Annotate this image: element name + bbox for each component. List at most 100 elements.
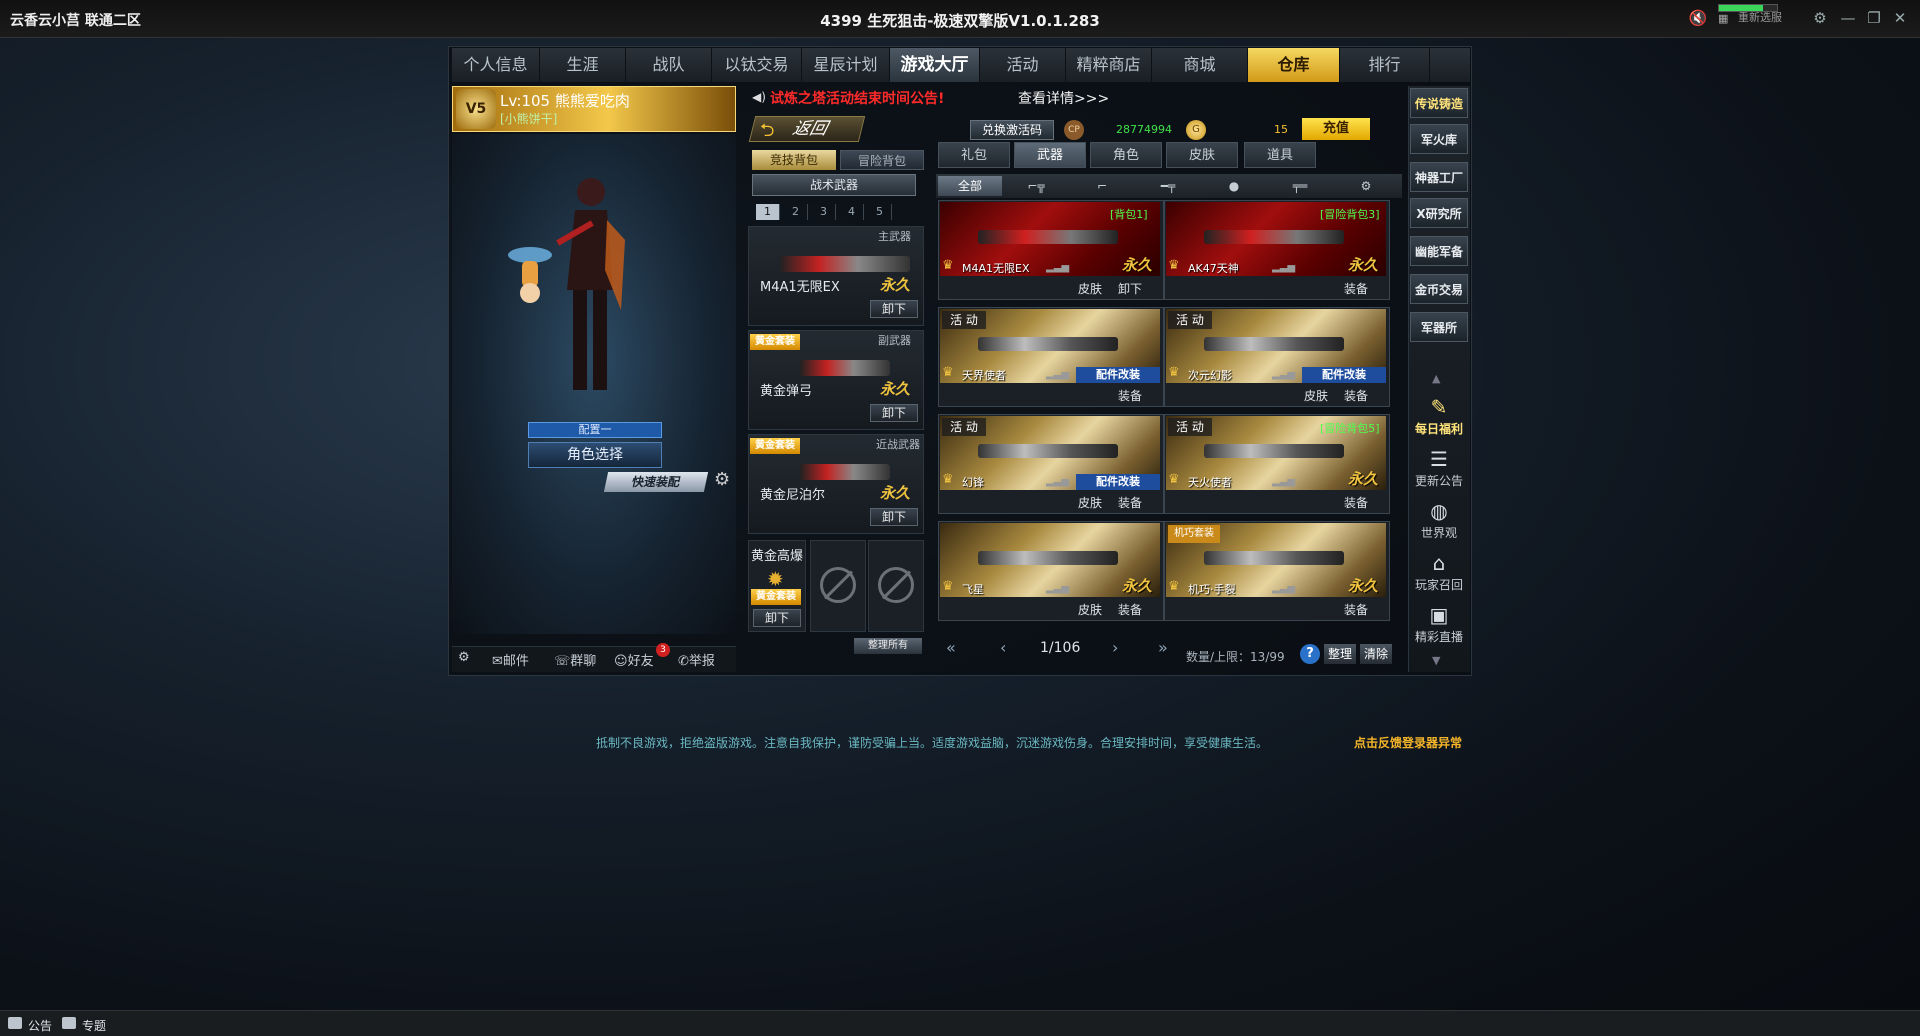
last-page-icon[interactable]: » <box>1158 638 1168 657</box>
close-icon[interactable]: ✕ <box>1888 6 1912 30</box>
unequip-button[interactable]: 卸下 <box>870 300 918 318</box>
announcement-button[interactable]: 公告 <box>28 1017 52 1034</box>
side-shortcut[interactable]: ▣ 精彩直播 <box>1410 602 1468 654</box>
next-page-icon[interactable]: › <box>1112 638 1118 657</box>
category-tab[interactable]: 武器 <box>1014 142 1086 168</box>
rifle-filter-icon[interactable]: ⌐╦ <box>1004 176 1068 196</box>
notice-detail-link[interactable]: 查看详情>>> <box>1018 88 1109 108</box>
first-page-icon[interactable]: « <box>946 638 956 657</box>
organize-all-button[interactable]: 整理所有 <box>854 638 922 654</box>
grenade-filter-icon[interactable]: ● <box>1202 176 1266 196</box>
maximize-icon[interactable]: ❐ <box>1862 6 1886 30</box>
filter-all[interactable]: 全部 <box>938 176 1002 196</box>
side-menu-item[interactable]: 神器工厂 <box>1410 162 1468 192</box>
equip-button[interactable]: 装备 <box>1344 280 1368 297</box>
unequip-button[interactable]: 卸下 <box>870 508 918 526</box>
empty-slot[interactable] <box>810 540 866 632</box>
quick-equip-button[interactable]: 快速装配 <box>603 472 709 492</box>
unequip-button[interactable]: 卸下 <box>753 609 801 627</box>
category-tab[interactable]: 角色 <box>1090 142 1162 168</box>
equip-button[interactable]: 装备 <box>1344 494 1368 511</box>
backpack-page-tab[interactable]: 1 <box>756 204 780 220</box>
gear-icon[interactable]: ⚙ <box>714 470 734 490</box>
sniper-filter-icon[interactable]: ━╤ <box>1136 176 1200 196</box>
category-tab[interactable]: 皮肤 <box>1166 142 1238 168</box>
mail-button[interactable]: ✉邮件 <box>492 650 529 669</box>
pistol-filter-icon[interactable]: ⌐ <box>1070 176 1134 196</box>
equip-button[interactable]: 装备 <box>1118 494 1142 511</box>
equip-button[interactable]: 装备 <box>1118 601 1142 618</box>
clear-button[interactable]: 清除 <box>1360 644 1392 664</box>
mute-icon[interactable]: 🔇 <box>1686 6 1710 30</box>
tab-adventure-backpack[interactable]: 冒险背包 <box>840 150 924 170</box>
nav-tab[interactable]: 生涯 <box>540 48 626 82</box>
prev-page-icon[interactable]: ‹ <box>1000 638 1006 657</box>
backpack-page-tab[interactable]: 5 <box>868 204 892 220</box>
unequip-button[interactable]: 卸下 <box>1118 280 1142 297</box>
nav-tab[interactable]: 精粹商店 <box>1066 48 1152 82</box>
world-view-icon: ◍ <box>1430 499 1448 523</box>
nav-tab[interactable]: 活动 <box>980 48 1066 82</box>
loadout-config-label[interactable]: 配置一 <box>528 422 662 438</box>
sort-button[interactable]: 整理 <box>1324 644 1356 664</box>
nav-tab[interactable]: 个人信息 <box>452 48 540 82</box>
redeem-code-button[interactable]: 兑换激活码 <box>970 120 1054 140</box>
side-shortcut[interactable]: ✎ 每日福利 <box>1410 394 1468 446</box>
settings-icon[interactable]: ⚙ <box>1808 6 1832 30</box>
side-menu-item[interactable]: 金币交易 <box>1410 274 1468 304</box>
nav-tab[interactable]: 星辰计划 <box>802 48 890 82</box>
minimize-icon[interactable]: — <box>1836 6 1860 30</box>
unequip-button[interactable]: 卸下 <box>870 404 918 422</box>
nav-tab[interactable]: 游戏大厅 <box>890 48 980 82</box>
recharge-button[interactable]: 充值 <box>1302 118 1370 140</box>
rank-icon: ♛ <box>942 472 954 487</box>
skin-button[interactable]: 皮肤 <box>1304 387 1328 404</box>
side-menu-item[interactable]: 军火库 <box>1410 124 1468 154</box>
signal-icon: ▂▃▅ <box>1272 583 1296 594</box>
side-menu-item[interactable]: 幽能军备 <box>1410 236 1468 266</box>
reselect-server-link[interactable]: 重新选服 <box>1738 9 1782 25</box>
scroll-up-icon[interactable]: ▲ <box>1432 372 1440 385</box>
side-menu-item[interactable]: X研究所 <box>1410 198 1468 228</box>
equip-button[interactable]: 装备 <box>1344 387 1368 404</box>
side-menu-item[interactable]: 传说铸造 <box>1410 88 1468 118</box>
slot-type-label: 近战武器 <box>876 438 920 451</box>
tactical-weapon-button[interactable]: 战术武器 <box>752 174 916 196</box>
backpack-page-tab[interactable]: 3 <box>812 204 836 220</box>
tab-competitive-backpack[interactable]: 竞技背包 <box>752 150 836 170</box>
category-tab[interactable]: 礼包 <box>938 142 1010 168</box>
help-icon[interactable]: ? <box>1300 644 1320 664</box>
side-shortcut[interactable]: ⌂ 玩家召回 <box>1410 550 1468 602</box>
skin-button[interactable]: 皮肤 <box>1078 280 1102 297</box>
side-menu-item[interactable]: 军器所 <box>1410 312 1468 342</box>
backpack-page-tab[interactable]: 2 <box>784 204 808 220</box>
nav-tab[interactable]: 排行 <box>1340 48 1430 82</box>
equip-button[interactable]: 装备 <box>1118 387 1142 404</box>
social-settings-icon[interactable]: ⚙ <box>458 650 470 665</box>
group-chat-button[interactable]: ☏群聊 <box>554 650 596 669</box>
heavy-filter-icon[interactable]: ╤═ <box>1268 176 1332 196</box>
empty-slot[interactable] <box>868 540 924 632</box>
skin-button[interactable]: 皮肤 <box>1078 494 1102 511</box>
settings-filter-icon[interactable]: ⚙ <box>1334 176 1398 196</box>
category-tab[interactable]: 道具 <box>1244 142 1316 168</box>
role-select-button[interactable]: 角色选择 <box>528 442 662 468</box>
topic-button[interactable]: 专题 <box>82 1017 106 1034</box>
nav-tab[interactable]: 商城 <box>1152 48 1248 82</box>
backpack-page-tab[interactable]: 4 <box>840 204 864 220</box>
friends-button[interactable]: ☺好友 <box>614 650 654 669</box>
side-shortcut[interactable]: ☰ 更新公告 <box>1410 446 1468 498</box>
nav-tab[interactable]: 战队 <box>626 48 712 82</box>
report-button[interactable]: ✆举报 <box>678 650 715 669</box>
feedback-link[interactable]: 点击反馈登录器异常 <box>1354 734 1462 751</box>
side-shortcut[interactable]: ◍ 世界观 <box>1410 498 1468 550</box>
equip-button[interactable]: 装备 <box>1344 601 1368 618</box>
grenade-slot[interactable]: 黄金高爆 ✹ 黄金套装 卸下 <box>748 540 806 632</box>
activity-tag: 机巧套装 <box>1168 525 1220 543</box>
bottom-bar <box>0 1010 1920 1036</box>
nav-tab[interactable]: 仓库 <box>1248 48 1340 82</box>
nav-tab[interactable]: 以钛交易 <box>712 48 802 82</box>
scroll-down-icon[interactable]: ▼ <box>1432 654 1440 667</box>
grenade-name: 黄金高爆 <box>751 549 804 564</box>
skin-button[interactable]: 皮肤 <box>1078 601 1102 618</box>
